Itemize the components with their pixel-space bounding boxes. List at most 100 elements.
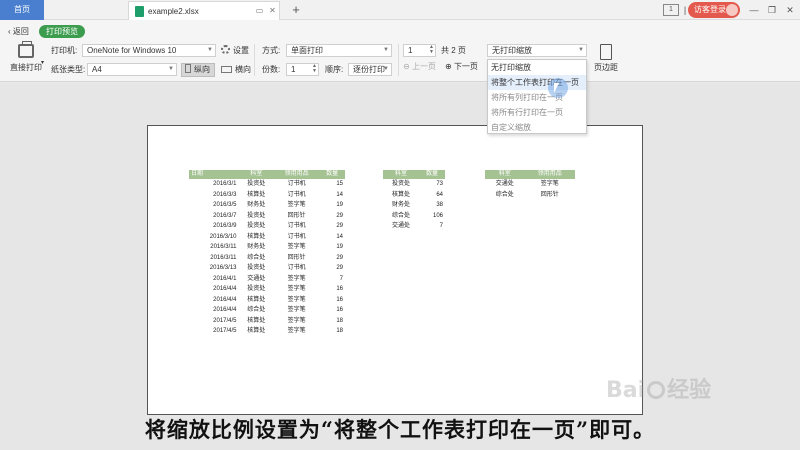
stepper-arrows-icon: ▲ ▼ — [429, 44, 434, 55]
table-cell: 16 — [336, 296, 343, 303]
tab-home[interactable]: 首页 — [0, 0, 44, 20]
table-cell: 2016/3/10 — [209, 233, 237, 240]
divider — [254, 44, 255, 76]
department-total-table: 科室 数量 投资处 73 核算处 64 财务处 38 综合处 106 交通处 7 — [383, 170, 445, 232]
order-label: 顺序: — [325, 65, 344, 74]
close-window-icon[interactable]: ✕ — [784, 3, 796, 17]
order-select[interactable]: 逐份打印 ▼ — [348, 63, 392, 76]
file-tab-label: example2.xlsx — [148, 7, 199, 16]
prev-page-button[interactable]: ⊖ 上一页 — [403, 60, 436, 74]
table-row: 2017/4/5 核算处 签字笔 18 — [189, 316, 345, 327]
guest-login-button[interactable]: 访客登录 — [688, 2, 740, 18]
table-cell: 29 — [336, 223, 343, 229]
scale-option-fit-columns[interactable]: 将所有列打印在一页 — [488, 90, 586, 105]
table-cell: 回形针 — [287, 212, 306, 219]
scale-option-no-scaling[interactable]: 无打印缩放 — [488, 60, 586, 75]
chevron-down-icon: ▼ — [578, 47, 584, 53]
table-row: 交通处 7 — [383, 221, 445, 232]
printer-icon — [18, 41, 34, 58]
mouse-cursor-icon — [548, 78, 568, 98]
table-cell: 财务处 — [247, 202, 266, 208]
chevron-down-icon[interactable]: ▾ — [41, 57, 44, 69]
arrow-left-icon: ⊖ — [403, 62, 412, 71]
print-scale-menu: 无打印缩放 将整个工作表打印在一页 将所有列打印在一页 将所有行打印在一页 自定… — [487, 59, 587, 134]
back-button[interactable]: ‹ 返回 — [8, 26, 29, 38]
page-indicator-icon[interactable]: 1 — [663, 4, 679, 16]
scale-option-fit-sheet[interactable]: 将整个工作表打印在一页 — [488, 75, 586, 90]
next-page-button[interactable]: ⊕ 下一页 — [445, 60, 478, 74]
table-cell: 核算处 — [247, 191, 266, 198]
table-row: 核算处 64 — [383, 190, 445, 201]
new-tab-button[interactable]: + — [289, 2, 303, 18]
table-cell: 2016/3/13 — [209, 265, 237, 271]
portrait-button[interactable]: 纵向 — [181, 63, 215, 77]
table-cell: 2017/4/5 — [213, 317, 237, 324]
monitor-icon[interactable]: ▭ — [255, 6, 264, 15]
table-cell: 投资处 — [247, 265, 266, 271]
table-cell: 16 — [336, 307, 343, 313]
table-cell: 2016/3/3 — [213, 191, 237, 198]
page-stepper[interactable]: 1 ▲ ▼ — [403, 44, 436, 57]
table-cell: 29 — [336, 212, 343, 219]
chevron-down-icon: ▼ — [168, 66, 174, 72]
scale-option-fit-rows[interactable]: 将所有行打印在一页 — [488, 105, 586, 120]
print-scale-select[interactable]: 无打印缩放 ▼ — [487, 44, 587, 57]
table-cell: 签字笔 — [287, 202, 306, 208]
table-row: 2016/3/10 核算处 订书机 14 — [189, 232, 345, 243]
print-preview-badge: 打印预览 — [39, 25, 85, 38]
close-tab-icon[interactable]: ✕ — [268, 6, 277, 15]
table-cell: 投资处 — [391, 181, 410, 187]
print-mode-select[interactable]: 单面打印 ▼ — [286, 44, 392, 57]
copies-stepper[interactable]: 1 ▲ ▼ — [286, 63, 319, 76]
table-cell: 2016/3/1 — [213, 181, 237, 187]
gear-icon — [221, 45, 230, 54]
table-cell: 2016/3/7 — [213, 212, 237, 219]
direct-print-button[interactable]: 直接打印 — [6, 41, 46, 76]
margins-button[interactable]: 页边距 — [594, 44, 618, 74]
table-row: 2016/3/1 投资处 订书机 15 — [189, 179, 345, 190]
next-page-label: 下一页 — [453, 62, 478, 71]
restore-icon[interactable]: ❐ — [766, 3, 778, 17]
settings-button[interactable]: 设置 — [221, 44, 249, 58]
scale-option-custom[interactable]: 自定义缩放 — [488, 120, 586, 135]
table-row: 交通处 签字笔 — [485, 179, 575, 190]
tab-example2-xlsx[interactable]: example2.xlsx ▭ ✕ — [128, 1, 280, 20]
chevron-down-icon: ▼ — [383, 47, 389, 53]
table-cell: 2016/3/9 — [213, 223, 237, 229]
table-cell: 19 — [336, 202, 343, 208]
table-cell: 综合处 — [495, 191, 514, 198]
table-cell: 2016/4/1 — [213, 275, 237, 282]
table-cell: 订书机 — [287, 265, 306, 271]
table-cell: 回形针 — [540, 191, 559, 198]
table-cell: 投资处 — [247, 181, 266, 187]
printer-value: OneNote for Windows 10 — [87, 46, 177, 55]
copies-label: 份数: — [262, 65, 281, 74]
table-cell: 签字笔 — [287, 328, 306, 334]
portrait-label: 纵向 — [194, 65, 210, 74]
column-header: 科室 — [238, 170, 274, 179]
landscape-button[interactable]: 横向 — [221, 63, 251, 77]
table-row: 2016/4/4 综合处 签字笔 16 — [189, 305, 345, 316]
paw-logo-icon — [647, 381, 666, 399]
table-row: 2016/3/11 综合处 回形针 29 — [189, 253, 345, 264]
table-header-row: 科室 数量 — [383, 170, 445, 179]
printer-label: 打印机: — [51, 46, 78, 55]
order-value: 逐份打印 — [353, 65, 385, 74]
table-cell: 交通处 — [495, 181, 514, 187]
avatar-icon — [726, 4, 738, 16]
table-row: 2016/3/5 财务处 签字笔 19 — [189, 200, 345, 211]
paper-type-select[interactable]: A4 ▼ — [87, 63, 177, 76]
table-row: 2016/4/4 核算处 签字笔 16 — [189, 295, 345, 306]
table-cell: 38 — [436, 202, 443, 208]
page-margins-icon — [600, 44, 612, 60]
column-header: 领用用品 — [524, 170, 575, 179]
minimize-icon[interactable]: — — [748, 3, 760, 17]
page-value: 1 — [408, 46, 413, 55]
print-scale-value: 无打印缩放 — [492, 46, 532, 55]
table-row: 2016/3/9 投资处 订书机 29 — [189, 221, 345, 232]
tutorial-caption: 将缩放比例设置为“将整个工作表打印在一页”即可。 — [144, 417, 656, 442]
printer-select[interactable]: OneNote for Windows 10 ▼ — [82, 44, 216, 57]
print-preview-page: 日期 科室 领用用品 数量 2016/3/1 投资处 订书机 15 2016/3/3 核算… — [147, 125, 643, 415]
column-header: 日期 — [189, 170, 239, 179]
table-cell: 订书机 — [287, 181, 306, 187]
